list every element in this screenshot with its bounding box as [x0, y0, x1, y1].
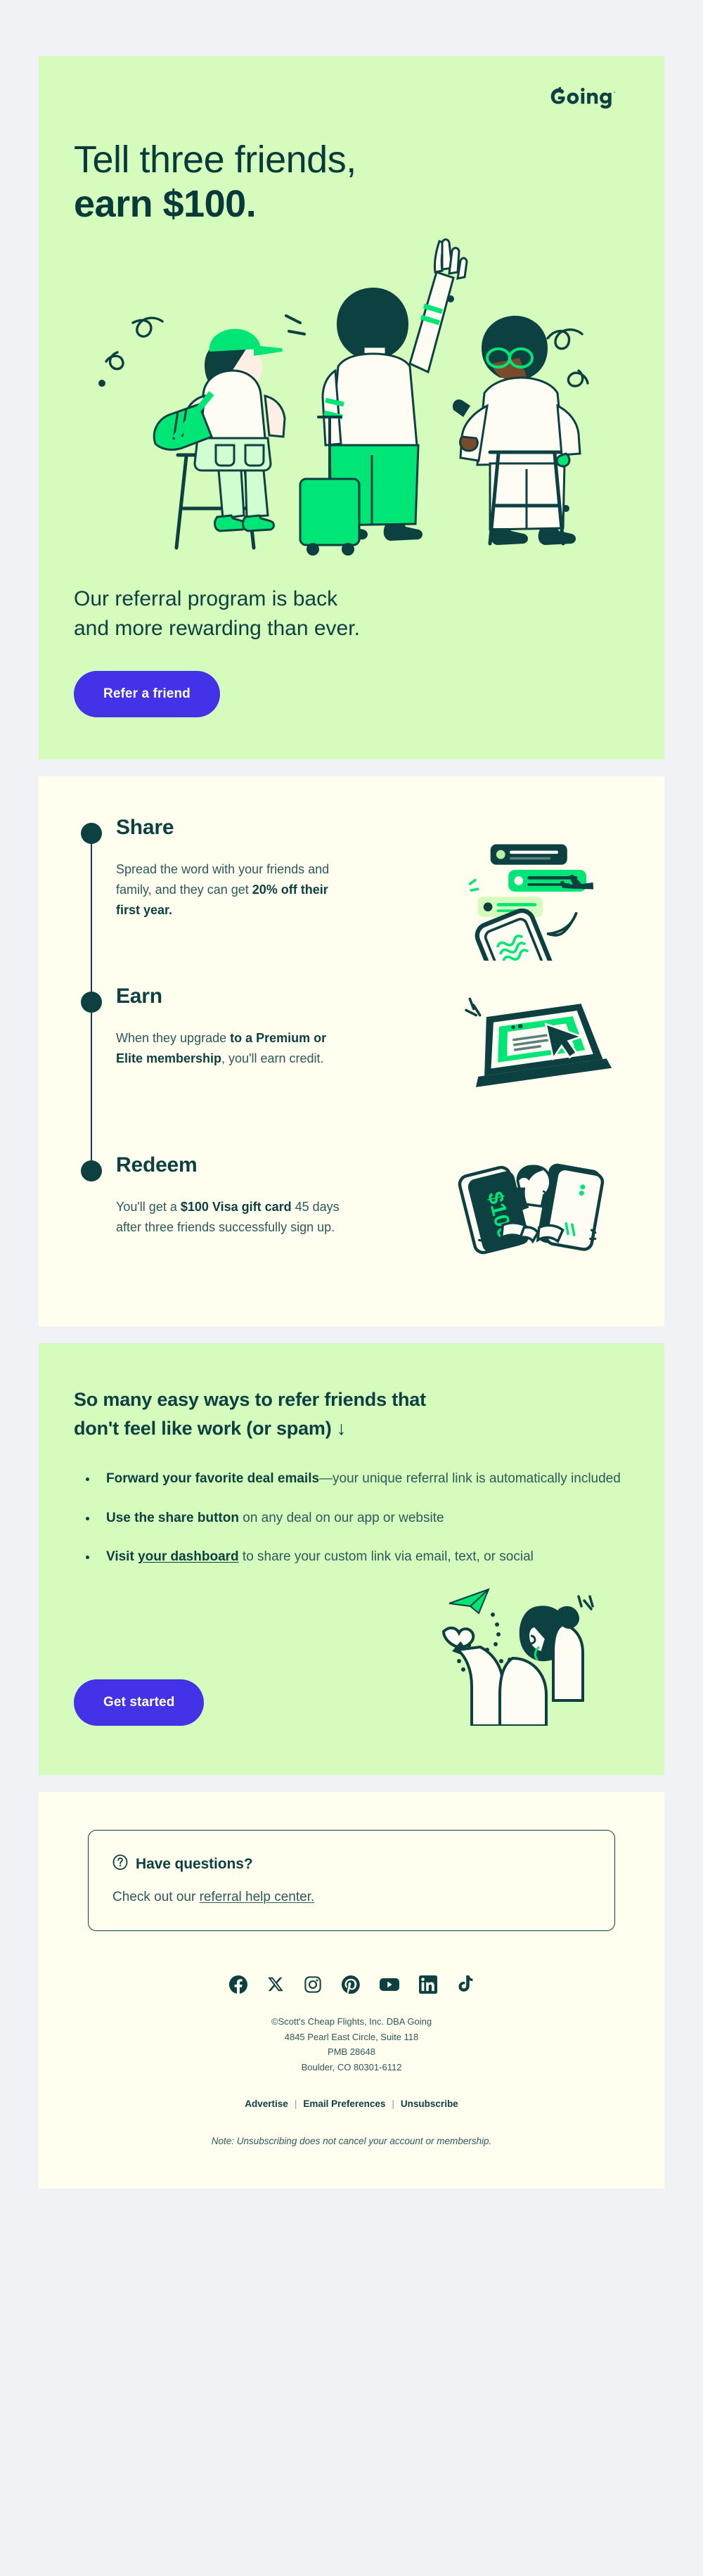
step-body: You'll get a $100 Visa gift card 45 days… [116, 1197, 355, 1238]
questions-subtext-pre: Check out our [112, 1890, 200, 1905]
timeline-rail [74, 968, 116, 1165]
ways-title: So many easy ways to refer friends that … [74, 1385, 629, 1443]
ways-title-line1: So many easy ways to refer friends that [74, 1389, 426, 1411]
facebook-icon[interactable] [229, 1975, 247, 1994]
questions-box: Have questions? Check out our referral h… [88, 1830, 615, 1932]
ways-title-line2: don't feel like work (or spam) [74, 1418, 332, 1440]
hero-title: Tell three friends, earn $100. [74, 138, 629, 226]
email-page: Tell three friends, earn $100. Our refer… [0, 0, 703, 2576]
hero-section: Tell three friends, earn $100. Our refer… [39, 56, 664, 760]
youtube-icon[interactable] [380, 1975, 399, 1994]
step-body: When they upgrade to a Premium or Elite … [116, 1028, 355, 1069]
hero-subtitle-line1: Our referral program is back [74, 587, 338, 611]
timeline-line-top [91, 968, 92, 992]
get-started-button[interactable]: Get started [74, 1679, 205, 1726]
hero-subtitle: Our referral program is back and more re… [74, 584, 629, 643]
step-body-pre: You'll get a [116, 1200, 181, 1215]
refer-a-friend-button[interactable]: Refer a friend [74, 671, 220, 718]
list-item: Forward your favorite deal emails—your u… [98, 1468, 629, 1489]
step-illustration-share [446, 813, 629, 1002]
timeline-rail [74, 813, 116, 997]
step-illustration-redeem: $100 [446, 1151, 629, 1284]
questions-heading-row: Have questions? [112, 1854, 591, 1874]
step-body-post: , you'll earn credit. [221, 1051, 324, 1066]
legal-line-3: PMB 28648 [328, 2046, 375, 2058]
bullet-rest: to share your custom link via email, tex… [238, 1549, 534, 1564]
footer-links: Advertise | Email Preferences | Unsubscribe [74, 2098, 629, 2109]
step-text: Earn When they upgrade to a Premium or E… [116, 982, 446, 1151]
step-title: Earn [116, 985, 162, 1008]
step-text: Redeem You'll get a $100 Visa gift card … [116, 1151, 446, 1284]
email-preferences-link[interactable]: Email Preferences [303, 2098, 385, 2109]
bullet-rest: —your unique referral link is automatica… [319, 1471, 621, 1487]
your-dashboard-link[interactable]: your dashboard [138, 1549, 239, 1564]
section-gap [39, 760, 664, 777]
timeline-dot [81, 1160, 102, 1182]
link-separator: | [392, 2098, 394, 2110]
legal-line-4: Boulder, CO 80301-6112 [301, 2061, 402, 2072]
referral-help-center-link[interactable]: referral help center. [200, 1890, 315, 1904]
tiktok-icon[interactable] [457, 1975, 474, 1994]
x-twitter-icon[interactable] [267, 1976, 284, 1993]
legal-line-2: 4845 Pearl East Circle, Suite 118 [284, 2031, 419, 2042]
ways-illustration [439, 1585, 629, 1728]
questions-heading: Have questions? [136, 1856, 253, 1873]
footer-section: Have questions? Check out our referral h… [39, 1792, 664, 2189]
ways-bullet-list: Forward your favorite deal emails—your u… [98, 1468, 629, 1567]
social-links [74, 1975, 629, 1994]
step-title: Share [116, 816, 174, 840]
section-gap [39, 1326, 664, 1344]
step-text: Share Spread the word with your friends … [116, 813, 446, 982]
bullet-bold: Use the share button [106, 1510, 239, 1525]
going-logo[interactable] [550, 86, 629, 115]
timeline-dot [81, 823, 102, 845]
ways-section: So many easy ways to refer friends that … [39, 1343, 664, 1776]
step-redeem: Redeem You'll get a $100 Visa gift card … [74, 1136, 629, 1284]
section-gap [39, 1775, 664, 1793]
step-earn: Earn When they upgrade to a Premium or E… [74, 968, 629, 1165]
bullet-bold: Forward your favorite deal emails [106, 1471, 320, 1487]
linkedin-icon[interactable] [419, 1975, 437, 1994]
step-title: Redeem [116, 1153, 198, 1177]
legal-line-1: ©Scott's Cheap Flights, Inc. DBA Going [271, 2016, 432, 2027]
step-body-bold: $100 Visa gift card [180, 1200, 292, 1215]
legal-address: ©Scott's Cheap Flights, Inc. DBA Going 4… [74, 2014, 629, 2075]
email-body: Tell three friends, earn $100. Our refer… [39, 56, 664, 2189]
hero-title-line2: earn $100. [74, 182, 257, 225]
timeline-rail [74, 1136, 116, 1284]
down-arrow-icon: ↓ [336, 1418, 347, 1440]
timeline-dot [81, 992, 102, 1013]
unsubscribe-link[interactable]: Unsubscribe [401, 2098, 458, 2109]
list-item: Use the share button on any deal on our … [98, 1508, 629, 1528]
step-share: Share Spread the word with your friends … [74, 813, 629, 1002]
timeline-line-top [91, 1136, 92, 1161]
questions-subtext: Check out our referral help center. [112, 1890, 591, 1905]
hero-illustration [74, 233, 629, 563]
logo-row [74, 84, 629, 117]
unsubscribe-note: Note: Unsubscribing does not cancel your… [211, 2136, 492, 2147]
question-circle-icon [112, 1854, 128, 1874]
pinterest-icon[interactable] [342, 1975, 360, 1994]
instagram-icon[interactable] [304, 1975, 322, 1994]
hero-subtitle-line2: and more rewarding than ever. [74, 616, 360, 640]
ways-bottom-row: Get started [74, 1585, 629, 1728]
link-separator: | [294, 2098, 297, 2110]
list-item: Visit your dashboard to share your custo… [98, 1546, 629, 1567]
advertise-link[interactable]: Advertise [245, 2098, 288, 2109]
step-body-pre: When they upgrade [116, 1031, 231, 1046]
steps-section: Share Spread the word with your friends … [39, 776, 664, 1327]
step-illustration-earn [446, 982, 629, 1151]
bullet-bold-plain: Visit [106, 1549, 138, 1564]
hero-title-line1: Tell three friends, [74, 139, 356, 181]
step-body: Spread the word with your friends and fa… [116, 859, 355, 921]
bullet-rest: on any deal on our app or website [238, 1510, 444, 1525]
